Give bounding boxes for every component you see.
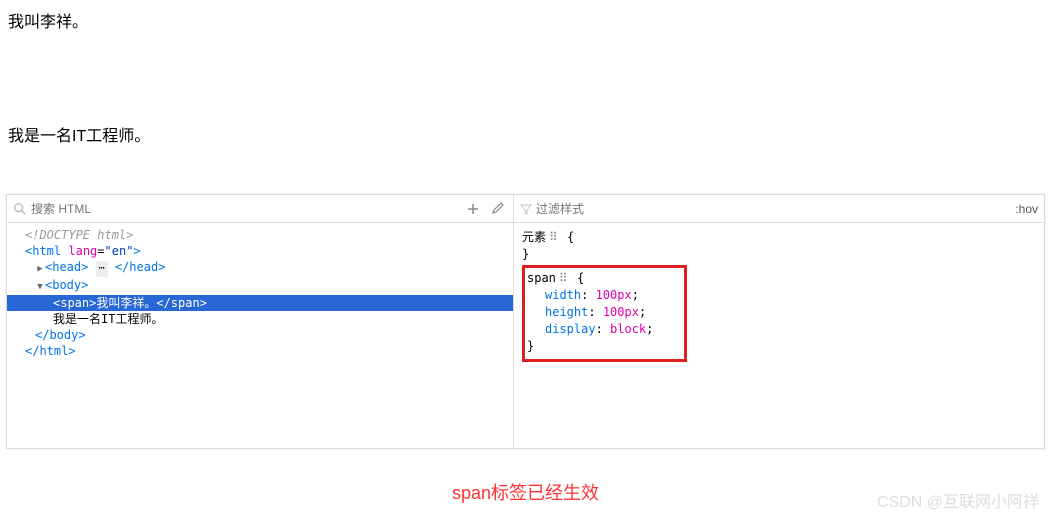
css-rules-list[interactable]: 元素⠿ { } span⠿ { width: 100px; height: 10… [514, 223, 1044, 448]
styles-panel: :hov 元素⠿ { } span⠿ { width: 100px; heigh… [514, 195, 1044, 448]
css-prop-width[interactable]: width: 100px; [527, 287, 678, 304]
span-rule-highlighted[interactable]: span⠿ { width: 100px; height: 100px; dis… [522, 265, 687, 362]
rendered-text-line-2: 我是一名IT工程师。 [8, 122, 1043, 146]
watermark: CSDN @互联网小阿祥 [877, 488, 1039, 512]
waffle-icon: ⠿ [559, 271, 567, 285]
eyedropper-icon [490, 202, 504, 216]
html-open-node[interactable]: <html lang="en"> [7, 243, 513, 259]
search-icon [13, 202, 27, 216]
devtools-panel: <!DOCTYPE html> <html lang="en"> ▶<head>… [6, 194, 1045, 449]
waffle-icon: ⠿ [549, 230, 557, 244]
doctype-node[interactable]: <!DOCTYPE html> [7, 227, 513, 243]
filter-styles-input[interactable] [536, 202, 1015, 216]
rendered-text-line-1: 我叫李祥。 [8, 8, 1043, 32]
add-node-button[interactable] [463, 199, 483, 219]
body-close-node[interactable]: </body> [7, 327, 513, 343]
css-prop-height[interactable]: height: 100px; [527, 304, 678, 321]
dom-inspector-panel: <!DOCTYPE html> <html lang="en"> ▶<head>… [7, 195, 514, 448]
collapse-twisty-icon[interactable]: ▼ [35, 279, 45, 295]
body-open-node[interactable]: ▼<body> [7, 277, 513, 295]
eyedropper-button[interactable] [487, 199, 507, 219]
funnel-icon [520, 203, 532, 215]
styles-toolbar: :hov [514, 195, 1044, 223]
element-rule[interactable]: 元素⠿ { } [522, 229, 1036, 263]
dom-tree[interactable]: <!DOCTYPE html> <html lang="en"> ▶<head>… [7, 223, 513, 448]
text-node[interactable]: 我是一名IT工程师。 [7, 311, 513, 327]
search-html-input[interactable] [31, 202, 459, 216]
plus-icon [466, 202, 480, 216]
html-close-node[interactable]: </html> [7, 343, 513, 359]
head-node[interactable]: ▶<head> ⋯ </head> [7, 259, 513, 277]
span-node-selected[interactable]: <span>我叫李祥。</span> [7, 295, 513, 311]
dom-toolbar [7, 195, 513, 223]
expand-twisty-icon[interactable]: ▶ [35, 261, 45, 277]
css-prop-display[interactable]: display: block; [527, 321, 678, 338]
hov-toggle-button[interactable]: :hov [1015, 202, 1038, 216]
